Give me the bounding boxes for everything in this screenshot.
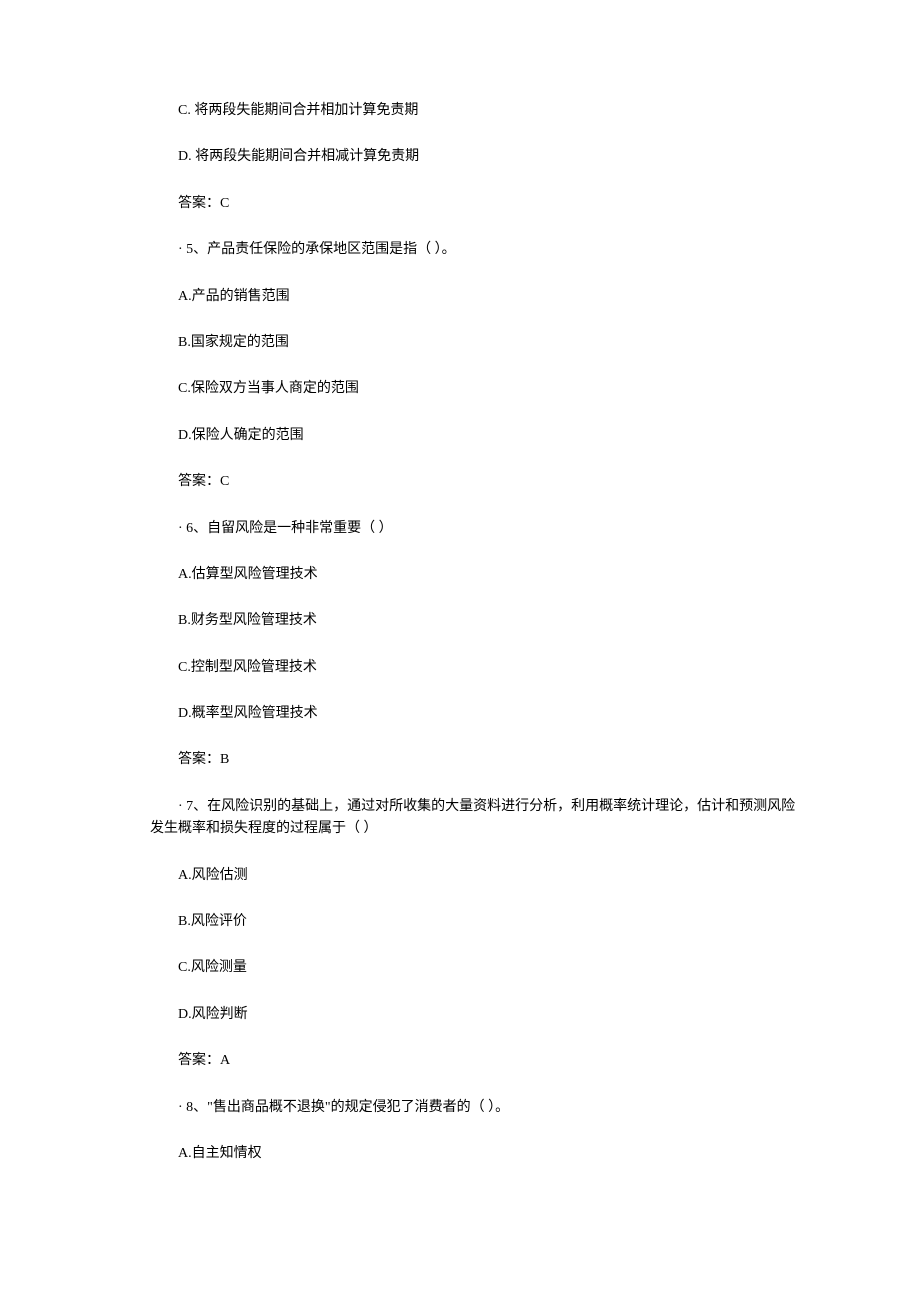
question-5: · 5、产品责任保险的承保地区范围是指（ ）。 xyxy=(150,239,800,261)
answer: 答案：A xyxy=(150,1050,800,1072)
option-d: D. 将两段失能期间合并相减计算免责期 xyxy=(150,146,800,168)
option-b: B.财务型风险管理技术 xyxy=(150,610,800,632)
option-c: C. 将两段失能期间合并相加计算免责期 xyxy=(150,100,800,122)
question-8: · 8、"售出商品概不退换"的规定侵犯了消费者的（ ）。 xyxy=(150,1097,800,1119)
option-d: D.概率型风险管理技术 xyxy=(150,703,800,725)
option-b: B.国家规定的范围 xyxy=(150,332,800,354)
option-c: C.保险双方当事人商定的范围 xyxy=(150,378,800,400)
answer: 答案：B xyxy=(150,749,800,771)
option-d: D.风险判断 xyxy=(150,1004,800,1026)
option-a: A.风险估测 xyxy=(150,865,800,887)
option-c: C.风险测量 xyxy=(150,957,800,979)
option-c: C.控制型风险管理技术 xyxy=(150,657,800,679)
question-7: · 7、在风险识别的基础上，通过对所收集的大量资料进行分析，利用概率统计理论，估… xyxy=(150,796,800,841)
answer: 答案：C xyxy=(150,471,800,493)
answer: 答案：C xyxy=(150,193,800,215)
option-a: A.产品的销售范围 xyxy=(150,286,800,308)
option-b: B.风险评价 xyxy=(150,911,800,933)
option-a: A.自主知情权 xyxy=(150,1143,800,1165)
option-d: D.保险人确定的范围 xyxy=(150,425,800,447)
option-a: A.估算型风险管理技术 xyxy=(150,564,800,586)
question-6: · 6、自留风险是一种非常重要（ ） xyxy=(150,518,800,540)
